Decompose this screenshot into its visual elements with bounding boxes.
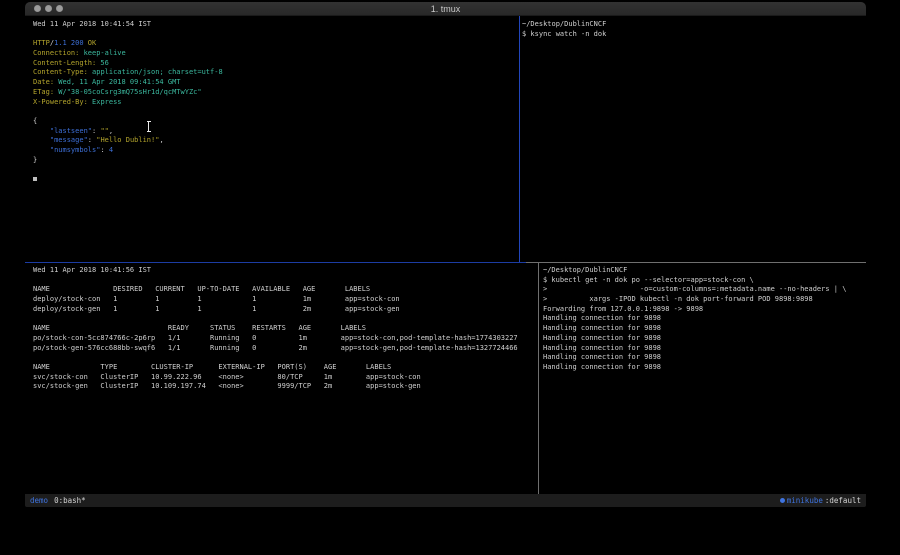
terminal-text-segment: 56 [96, 59, 109, 67]
pane-divider-vertical-bottom[interactable] [538, 263, 539, 494]
terminal-text-segment [33, 136, 50, 144]
terminal-line: ~/Desktop/DublinCNCF [522, 20, 864, 30]
terminal-text-segment: "numsymbols" [50, 146, 101, 154]
tmux-window-label[interactable]: 0:bash* [54, 494, 86, 507]
terminal-text-segment: , [159, 136, 163, 144]
terminal-block-cursor [33, 177, 37, 181]
terminal-text-segment: X-Powered-By: [33, 98, 88, 106]
terminal-text-segment: ETag: [33, 88, 54, 96]
traffic-lights [34, 5, 63, 12]
terminal-line: deploy/stock-gen 1 1 1 1 2m app=stock-ge… [33, 305, 536, 315]
terminal-line: Handling connection for 9898 [543, 314, 864, 324]
terminal-line: Handling connection for 9898 [543, 363, 864, 373]
pane-port-forward[interactable]: ~/Desktop/DublinCNCF$ kubectl get -n dok… [543, 266, 864, 373]
terminal-text-segment [33, 146, 50, 154]
mouse-ibeam-cursor [145, 121, 152, 132]
terminal-line: Date: Wed, 11 Apr 2018 09:41:54 GMT [33, 78, 517, 88]
terminal-line: { [33, 117, 517, 127]
terminal-line: $ ksync watch -n dok [522, 30, 864, 40]
terminal-line: HTTP/1.1 200 OK [33, 39, 517, 49]
terminal-line [33, 314, 536, 324]
terminal-line: Content-Type: application/json; charset=… [33, 68, 517, 78]
terminal-text-segment: Connection: [33, 49, 79, 57]
terminal-line: NAME TYPE CLUSTER-IP EXTERNAL-IP PORT(S)… [33, 363, 536, 373]
terminal-line: po/stock-con-5cc874766c-2p6rp 1/1 Runnin… [33, 334, 536, 344]
terminal-line: Handling connection for 9898 [543, 344, 864, 354]
terminal-text-segment: 4 [109, 146, 113, 154]
terminal-line [33, 107, 517, 117]
pane-ksync-watch[interactable]: ~/Desktop/DublinCNCF$ ksync watch -n dok [522, 20, 864, 39]
terminal-text-segment: Express [88, 98, 122, 106]
terminal-line: "message": "Hello Dublin!", [33, 136, 517, 146]
terminal-text-segment: : [100, 146, 108, 154]
terminal-text-segment: HTTP [33, 39, 50, 47]
terminal-line: ~/Desktop/DublinCNCF [543, 266, 864, 276]
terminal-text-segment: Date: [33, 78, 54, 86]
helm-wheel-icon [780, 498, 785, 503]
terminal-window: 1. tmux Wed 11 Apr 2018 10:41:54 IST HTT… [25, 2, 866, 507]
terminal-line: svc/stock-con ClusterIP 10.99.222.96 <no… [33, 373, 536, 383]
terminal-line: NAME DESIRED CURRENT UP-TO-DATE AVAILABL… [33, 285, 536, 295]
terminal-text-segment: keep-alive [79, 49, 125, 57]
kube-namespace: :default [825, 494, 861, 507]
terminal-text-segment: "Hello Dublin!" [96, 136, 159, 144]
terminal-text-segment: , [109, 127, 113, 135]
desktop-background: 1. tmux Wed 11 Apr 2018 10:41:54 IST HTT… [0, 0, 900, 555]
terminal-text-segment: application/json; charset=utf-8 [88, 68, 223, 76]
terminal-line: ETag: W/"38-05coCsrg3mQ75sHr1d/qcMTwYZc" [33, 88, 517, 98]
tmux-status-bar: demo 0:bash* minikube :default [25, 494, 866, 507]
terminal-text-segment: W/"38-05coCsrg3mQ75sHr1d/qcMTwYZc" [54, 88, 202, 96]
terminal-line: Forwarding from 127.0.0.1:9898 -> 9898 [543, 305, 864, 315]
zoom-button[interactable] [56, 5, 63, 12]
pane-divider-horizontal-inactive[interactable] [526, 262, 866, 263]
terminal-line: Wed 11 Apr 2018 10:41:54 IST [33, 20, 517, 30]
terminal-line [33, 30, 517, 40]
terminal-line: svc/stock-gen ClusterIP 10.109.197.74 <n… [33, 382, 536, 392]
terminal-text-segment: "lastseen" [50, 127, 92, 135]
terminal-line [33, 353, 536, 363]
terminal-text-segment [33, 127, 50, 135]
terminal-line [33, 175, 517, 185]
terminal-line: > -o=custom-columns=:metadata.name --no-… [543, 285, 864, 295]
terminal-text-segment: Wed, 11 Apr 2018 09:41:54 GMT [54, 78, 180, 86]
terminal-line: deploy/stock-con 1 1 1 1 1m app=stock-co… [33, 295, 536, 305]
terminal-line: Wed 11 Apr 2018 10:41:56 IST [33, 266, 536, 276]
terminal-line: $ kubectl get -n dok po --selector=app=s… [543, 276, 864, 286]
terminal-text-segment: : [88, 136, 96, 144]
minimize-button[interactable] [45, 5, 52, 12]
terminal-text-segment: 1.1 200 [54, 39, 84, 47]
terminal-line [33, 276, 536, 286]
terminal-line: Handling connection for 9898 [543, 334, 864, 344]
terminal-text-segment: "" [100, 127, 108, 135]
terminal-text-segment: "message" [50, 136, 88, 144]
terminal-line: po/stock-gen-576cc688bb-swqf6 1/1 Runnin… [33, 344, 536, 354]
terminal-line: "numsymbols": 4 [33, 146, 517, 156]
terminal-text-segment: Content-Type: [33, 68, 88, 76]
pane-kubectl-get[interactable]: Wed 11 Apr 2018 10:41:56 IST NAME DESIRE… [33, 266, 536, 392]
terminal-line: > xargs -IPOD kubectl -n dok port-forwar… [543, 295, 864, 305]
tmux-client-area: Wed 11 Apr 2018 10:41:54 IST HTTP/1.1 20… [25, 16, 866, 494]
terminal-line [33, 165, 517, 175]
terminal-line: Connection: keep-alive [33, 49, 517, 59]
terminal-line: } [33, 156, 517, 166]
terminal-line: Content-Length: 56 [33, 59, 517, 69]
terminal-text-segment: Content-Length: [33, 59, 96, 67]
pane-divider-vertical-top[interactable] [519, 16, 520, 262]
terminal-line: "lastseen": "", [33, 127, 517, 137]
terminal-line: Handling connection for 9898 [543, 324, 864, 334]
kube-context: minikube [787, 494, 823, 507]
window-title: 1. tmux [25, 2, 866, 16]
pane-http-response[interactable]: Wed 11 Apr 2018 10:41:54 IST HTTP/1.1 20… [33, 20, 517, 185]
pane-divider-horizontal-active[interactable] [25, 262, 526, 263]
terminal-line: NAME READY STATUS RESTARTS AGE LABELS [33, 324, 536, 334]
terminal-line: Handling connection for 9898 [543, 353, 864, 363]
terminal-text-segment: OK [84, 39, 97, 47]
terminal-line: X-Powered-By: Express [33, 98, 517, 108]
tmux-session-name[interactable]: demo [30, 494, 48, 507]
tmux-status-right: minikube :default [780, 494, 861, 507]
close-button[interactable] [34, 5, 41, 12]
titlebar[interactable]: 1. tmux [25, 2, 866, 16]
